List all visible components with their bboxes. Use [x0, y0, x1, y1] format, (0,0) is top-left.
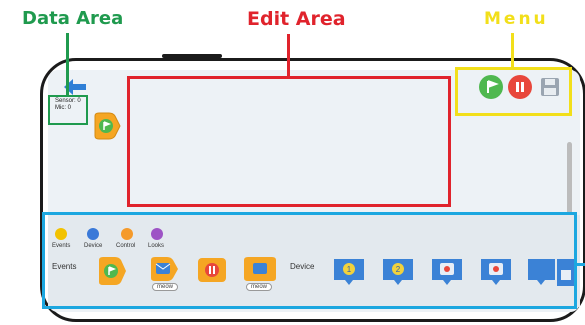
data-area-callout: Data Area — [22, 8, 124, 29]
data-area-connector — [66, 33, 69, 95]
menu-connector — [511, 33, 514, 67]
data-area-highlight — [48, 95, 88, 125]
menu-callout: Menu — [484, 9, 549, 29]
menu-highlight — [455, 67, 572, 116]
phone-notch — [162, 54, 222, 58]
edit-area-connector — [287, 34, 290, 77]
edit-area-callout: Edit Area — [247, 8, 346, 30]
palette-highlight — [42, 212, 577, 309]
palette-connector — [577, 263, 585, 266]
edit-area-highlight — [127, 76, 451, 207]
when-flag-clicked-block[interactable] — [91, 112, 121, 140]
